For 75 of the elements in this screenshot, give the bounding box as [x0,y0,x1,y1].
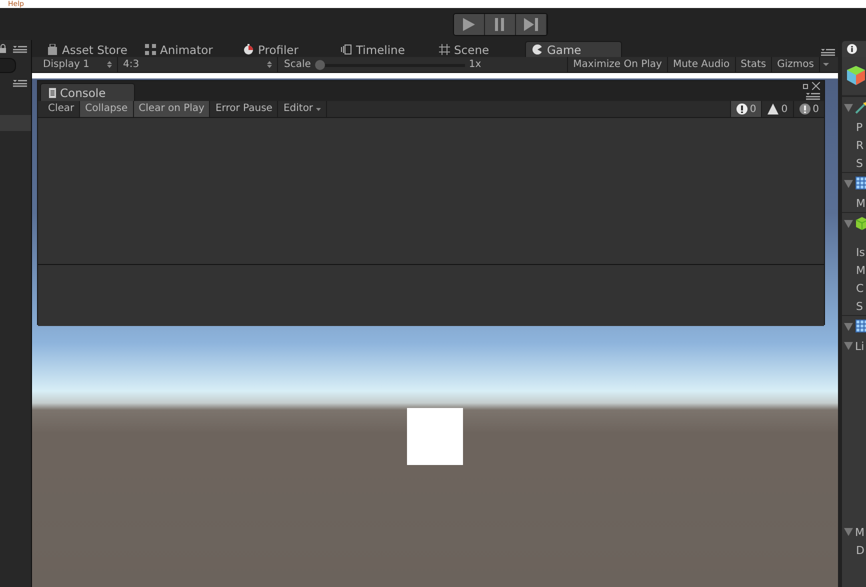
field-label: C [856,282,864,294]
timeline-icon [341,44,352,55]
pause-button[interactable] [485,14,516,35]
error-icon [798,103,811,115]
expand-triangle-icon[interactable] [844,322,853,330]
menu-icon[interactable] [821,48,835,56]
expand-triangle-icon[interactable] [844,528,853,536]
toolbar-toggle[interactable]: Maximize On Play [567,57,667,72]
mesh-icon [855,319,866,334]
animator-icon [145,44,156,55]
info-icon [736,103,748,115]
caret-icon [316,108,322,110]
document-icon [49,88,56,98]
toolbar-button[interactable]: Clear on Play [134,101,210,117]
count-toggle[interactable]: 0 [792,101,824,117]
play-button[interactable] [454,14,485,35]
updown-icon [267,61,272,68]
cube-icon [846,65,866,87]
expand-triangle-icon[interactable] [844,180,853,188]
count-toggle[interactable]: 0 [761,101,793,117]
menu-icon[interactable] [13,78,27,86]
dropdown-button[interactable]: Editor [278,101,328,117]
foldout-label[interactable]: Li [855,340,864,352]
cube-icon [855,216,866,231]
scale-value: 1x [468,59,482,70]
slider-thumb[interactable] [314,60,325,70]
display-dropdown[interactable]: Display 1 [38,57,118,72]
count-toggle[interactable]: 0 [730,101,762,117]
scale-slider[interactable] [314,60,465,70]
field-label: M [856,264,866,276]
caret-icon[interactable] [819,57,832,72]
field-label: Is [856,246,865,258]
transform-icon [855,100,866,115]
scene-icon [439,44,450,55]
view-tab[interactable]: Animator [138,41,236,57]
view-tab[interactable]: Asset Store [40,41,138,57]
field-label: S [856,300,863,312]
menu-icon[interactable] [806,92,820,100]
toolbar-button[interactable]: Error Pause [210,101,278,117]
field-label: S [856,156,863,170]
field-label: R [856,138,864,152]
expand-triangle-icon[interactable] [844,220,853,228]
step-button[interactable] [516,14,547,35]
warning-icon [767,103,780,115]
search-field[interactable] [0,58,16,73]
close-icon[interactable] [812,82,820,90]
game-icon [532,44,543,55]
toolbar-toggle[interactable]: Gizmos [771,57,819,72]
aspect-dropdown[interactable]: 4:3 [118,57,278,72]
toolbar-toggle[interactable]: Mute Audio [666,57,735,72]
field-label: D [856,544,864,556]
expand-triangle-icon[interactable] [844,104,853,112]
mesh-icon [855,176,866,191]
view-tab[interactable]: Scene [432,41,525,57]
play-icon [461,17,477,32]
foldout-label[interactable]: M [855,526,864,538]
cube [407,408,463,465]
scale-label: Scale [284,59,311,70]
console-tab[interactable]: Console [40,83,135,101]
menu-icon[interactable] [13,44,27,52]
toolbar-button[interactable]: Collapse [80,101,134,117]
maximize-icon[interactable] [803,84,808,88]
view-tab[interactable]: Profiler [236,41,334,57]
step-icon [523,17,539,32]
field-label: P [856,120,863,134]
view-tab[interactable]: Timeline [334,41,432,57]
expand-triangle-icon[interactable] [844,342,853,350]
field-label: M [856,196,866,210]
profiler-icon [243,44,254,55]
lock-icon [0,44,6,53]
view-tab[interactable]: Game [525,41,622,57]
updown-icon [107,61,112,68]
toolbar-toggle[interactable]: Stats [734,57,772,72]
store-icon [47,44,58,55]
info-icon[interactable] [847,44,857,54]
